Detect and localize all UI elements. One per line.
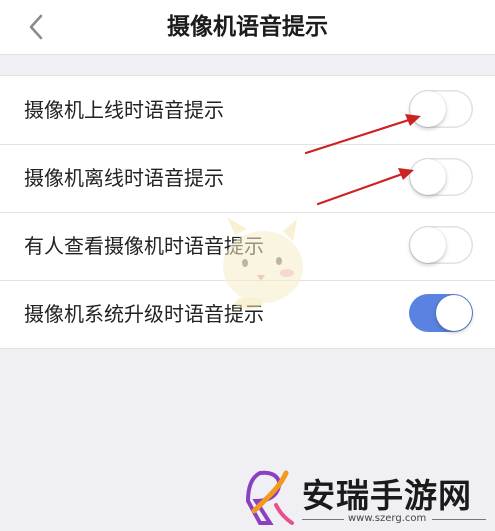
page-title: 摄像机语音提示 [167,14,328,40]
settings-list: 摄像机上线时语音提示 摄像机离线时语音提示 有人查看摄像机时语音提示 摄像机系统… [0,75,495,349]
divider [302,519,344,520]
site-watermark: 安瑞手游网 www.szerg.com [246,465,491,527]
setting-label: 有人查看摄像机时语音提示 [24,234,264,258]
someone-viewing-toggle[interactable] [409,226,473,264]
navigation-bar: 摄像机语音提示 [0,0,495,55]
watermark-url: www.szerg.com [348,513,427,524]
setting-row-camera-offline[interactable]: 摄像机离线时语音提示 [0,144,495,212]
camera-offline-toggle[interactable] [409,158,473,196]
site-logo-icon [246,470,294,525]
system-upgrade-toggle[interactable] [409,294,473,332]
toggle-knob [410,91,446,127]
setting-row-someone-viewing[interactable]: 有人查看摄像机时语音提示 [0,212,495,280]
setting-row-camera-online[interactable]: 摄像机上线时语音提示 [0,76,495,144]
toggle-knob [410,227,446,263]
setting-label: 摄像机离线时语音提示 [24,166,224,190]
setting-label: 摄像机上线时语音提示 [24,98,224,122]
toggle-knob [436,295,472,331]
watermark-site-name: 安瑞手游网 [302,476,472,515]
camera-online-toggle[interactable] [409,90,473,128]
setting-row-system-upgrade[interactable]: 摄像机系统升级时语音提示 [0,280,495,348]
divider [432,519,486,520]
toggle-knob [410,159,446,195]
setting-label: 摄像机系统升级时语音提示 [24,302,264,326]
